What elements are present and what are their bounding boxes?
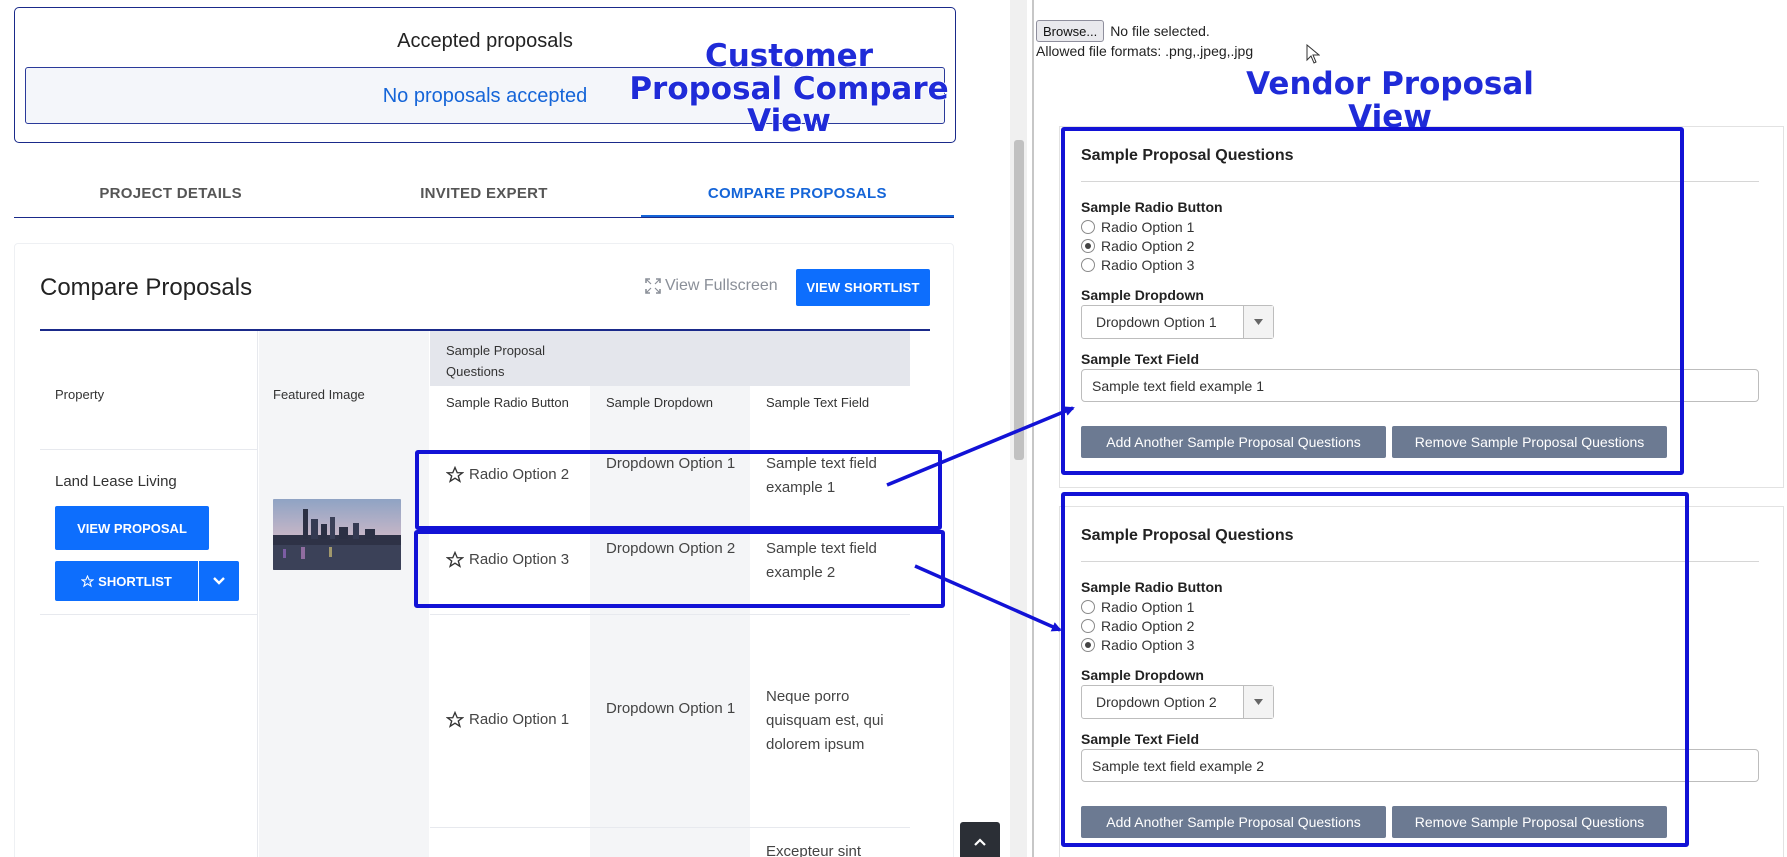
tab-compare-proposals[interactable]: COMPARE PROPOSALS <box>640 174 954 217</box>
question-group-label: Sample Proposal Questions <box>446 343 545 379</box>
shortlist-dropdown-toggle[interactable] <box>199 561 239 601</box>
customer-view-annotation: Customer Proposal Compare View <box>629 38 950 140</box>
vendor-view-annotation: Vendor Proposal View <box>1245 66 1534 135</box>
row-divider <box>430 614 910 615</box>
allowed-formats: Allowed file formats: .png,.jpeg,.jpg <box>1036 43 1254 59</box>
chevron-up-icon <box>974 838 986 846</box>
shortlist-label: SHORTLIST <box>98 573 172 589</box>
view-fullscreen-link[interactable]: View Fullscreen <box>645 277 778 295</box>
no-file-label: No file selected. <box>1110 23 1210 39</box>
highlight-box-vendor-1 <box>1061 127 1684 475</box>
browse-button[interactable]: Browse... <box>1036 20 1105 42</box>
expand-icon <box>645 278 661 294</box>
compare-proposals-title: Compare Proposals <box>40 274 253 301</box>
star-icon[interactable] <box>446 711 464 729</box>
table-cell-text: Excepteur sint <box>766 843 862 857</box>
view-proposal-button[interactable]: VIEW PROPOSAL <box>55 506 209 550</box>
highlight-box-vendor-2 <box>1061 492 1689 847</box>
star-icon <box>81 574 95 587</box>
highlight-box-row-2 <box>414 530 945 608</box>
shortlist-button[interactable]: SHORTLIST <box>55 561 198 601</box>
table-cell-dropdown: Dropdown Option 1 <box>606 700 736 717</box>
file-upload-row: Browse... No file selected. <box>1036 20 1210 42</box>
mouse-cursor-icon <box>1306 44 1320 64</box>
featured-image-column: Featured Image <box>259 331 429 857</box>
view-shortlist-button[interactable]: VIEW SHORTLIST <box>796 269 930 306</box>
highlight-box-row-1 <box>415 450 942 530</box>
divider <box>40 449 257 450</box>
property-header: Property <box>55 387 105 402</box>
table-cell-radio: Radio Option 1 <box>446 708 586 732</box>
text-column-header: Sample Text Field <box>766 395 870 410</box>
table-cell-text: Neque porro quisquam est, qui dolorem ip… <box>766 688 884 753</box>
chevron-down-icon <box>213 577 225 585</box>
radio-answer: Radio Option 1 <box>469 711 570 728</box>
property-name: Land Lease Living <box>55 473 177 490</box>
screenshot-root: Accepted proposals No proposals accepted… <box>0 0 1787 857</box>
row-divider <box>430 827 910 828</box>
property-column: Property Land Lease Living VIEW PROPOSAL… <box>40 331 258 857</box>
city-skyline-image <box>273 499 401 570</box>
divider <box>40 614 257 615</box>
view-fullscreen-label: View Fullscreen <box>665 277 778 294</box>
dropdown-column-header: Sample Dropdown <box>606 395 713 410</box>
question-group-header: Sample Proposal Questions <box>430 331 910 386</box>
tab-invited-expert[interactable]: INVITED EXPERT <box>327 174 640 217</box>
featured-image-header: Featured Image <box>273 387 365 402</box>
tab-bar: PROJECT DETAILS INVITED EXPERT COMPARE P… <box>14 174 954 218</box>
tab-project-details[interactable]: PROJECT DETAILS <box>14 174 327 217</box>
scroll-to-top-button[interactable] <box>960 822 1000 857</box>
radio-column-header: Sample Radio Button <box>446 395 569 410</box>
left-scrollbar-thumb[interactable] <box>1014 140 1024 460</box>
